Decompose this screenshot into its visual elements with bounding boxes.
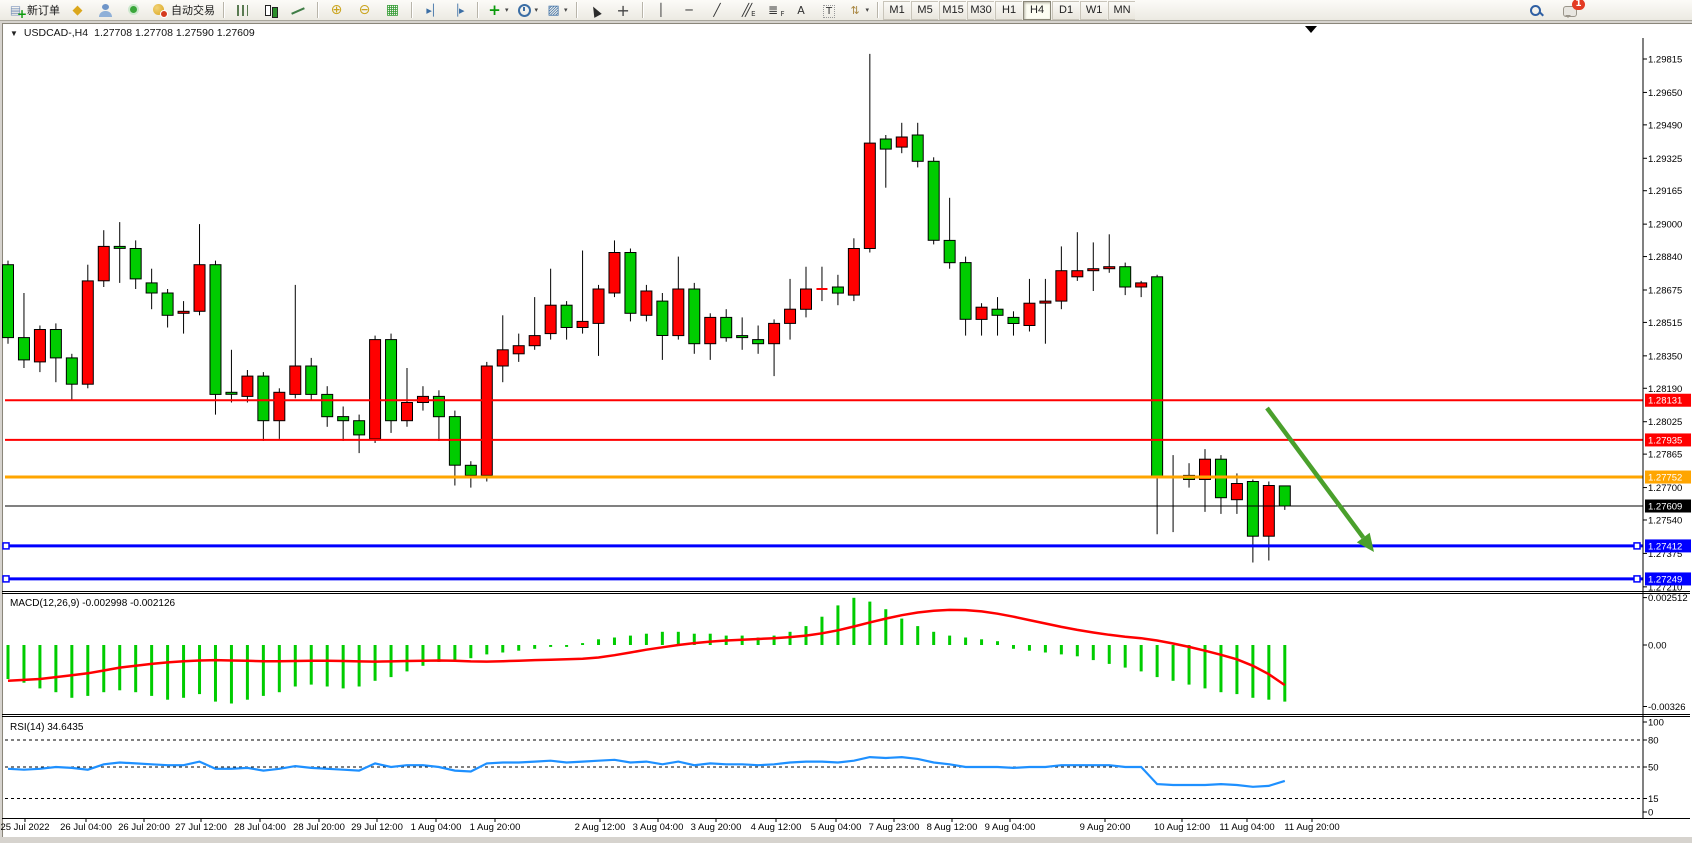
svg-text:5 Aug 04:00: 5 Aug 04:00 bbox=[811, 822, 862, 833]
svg-text:11 Aug 04:00: 11 Aug 04:00 bbox=[1219, 822, 1274, 833]
price-label-1.27752: 1.27752 bbox=[1645, 471, 1691, 484]
mt4-application: 新订单自动交易▾▾▾▾M1M5M15M30H1H4D1W1MN1 ▼ USDCA… bbox=[0, 0, 1692, 843]
svg-text:0.00: 0.00 bbox=[1648, 641, 1667, 652]
svg-text:80: 80 bbox=[1648, 736, 1659, 747]
svg-text:3 Aug 04:00: 3 Aug 04:00 bbox=[633, 822, 684, 833]
svg-text:100: 100 bbox=[1648, 718, 1664, 729]
candles-layer bbox=[3, 54, 1291, 563]
svg-text:1.28190: 1.28190 bbox=[1648, 384, 1682, 395]
price-label-1.27249: 1.27249 bbox=[1645, 572, 1691, 585]
svg-text:1.28025: 1.28025 bbox=[1648, 417, 1682, 428]
chart-frame bbox=[2, 38, 1690, 819]
svg-text:4 Aug 12:00: 4 Aug 12:00 bbox=[751, 822, 802, 833]
svg-text:9 Aug 20:00: 9 Aug 20:00 bbox=[1080, 822, 1131, 833]
svg-text:26 Jul 20:00: 26 Jul 20:00 bbox=[118, 822, 170, 833]
svg-text:7 Aug 23:00: 7 Aug 23:00 bbox=[869, 822, 920, 833]
svg-text:1.29325: 1.29325 bbox=[1648, 154, 1682, 165]
svg-text:1.29165: 1.29165 bbox=[1648, 186, 1682, 197]
scroll-marker-icon[interactable] bbox=[1305, 26, 1317, 33]
svg-text:1.27700: 1.27700 bbox=[1648, 483, 1682, 494]
svg-text:28 Jul 04:00: 28 Jul 04:00 bbox=[234, 822, 286, 833]
svg-text:15: 15 bbox=[1648, 794, 1659, 805]
svg-text:1 Aug 04:00: 1 Aug 04:00 bbox=[411, 822, 462, 833]
svg-text:1.27865: 1.27865 bbox=[1648, 450, 1682, 461]
price-label-1.27609: 1.27609 bbox=[1645, 500, 1691, 513]
svg-text:0: 0 bbox=[1648, 808, 1653, 819]
svg-text:2 Aug 12:00: 2 Aug 12:00 bbox=[575, 822, 626, 833]
svg-text:1.27609: 1.27609 bbox=[1648, 502, 1682, 513]
svg-text:29 Jul 12:00: 29 Jul 12:00 bbox=[351, 822, 403, 833]
svg-text:1.28840: 1.28840 bbox=[1648, 252, 1682, 263]
hline-object-1.27249[interactable] bbox=[3, 576, 1643, 582]
svg-text:1.29650: 1.29650 bbox=[1648, 88, 1682, 99]
svg-text:1.27540: 1.27540 bbox=[1648, 515, 1682, 526]
svg-text:1.27412: 1.27412 bbox=[1648, 541, 1682, 552]
price-label-1.28131: 1.28131 bbox=[1645, 394, 1691, 407]
chart-title-bar: ▼ USDCAD-,H4 1.27708 1.27708 1.27590 1.2… bbox=[10, 27, 255, 39]
svg-text:28 Jul 20:00: 28 Jul 20:00 bbox=[293, 822, 345, 833]
svg-text:1.28515: 1.28515 bbox=[1648, 318, 1682, 329]
rsi-pane: 100 80 50 15 0 RSI(14) 34.6435 bbox=[5, 718, 1664, 819]
svg-text:1.28675: 1.28675 bbox=[1648, 285, 1682, 296]
svg-text:RSI(14) 34.6435: RSI(14) 34.6435 bbox=[10, 722, 84, 733]
symbol-period-label: USDCAD-,H4 bbox=[24, 27, 88, 39]
price-axis[interactable]: 1.29815 1.29650 1.29490 1.29325 1.29165 1.290… bbox=[1643, 55, 1682, 594]
svg-text:1.28350: 1.28350 bbox=[1648, 351, 1682, 362]
svg-text:9 Aug 04:00: 9 Aug 04:00 bbox=[985, 822, 1036, 833]
svg-text:1.28131: 1.28131 bbox=[1648, 396, 1682, 407]
svg-text:1.29000: 1.29000 bbox=[1648, 220, 1682, 231]
price-label-1.27412: 1.27412 bbox=[1645, 539, 1691, 552]
svg-text:1.29815: 1.29815 bbox=[1648, 55, 1682, 66]
svg-text:MACD(12,26,9) -0.002998 -0.002: MACD(12,26,9) -0.002998 -0.002126 bbox=[10, 598, 176, 609]
svg-text:25 Jul 2022: 25 Jul 2022 bbox=[0, 822, 49, 833]
svg-text:1.27752: 1.27752 bbox=[1648, 473, 1682, 484]
svg-text:1 Aug 20:00: 1 Aug 20:00 bbox=[470, 822, 521, 833]
svg-text:1.29490: 1.29490 bbox=[1648, 120, 1682, 131]
chart-menu-icon[interactable]: ▼ bbox=[10, 29, 18, 38]
price-label-1.27935: 1.27935 bbox=[1645, 433, 1691, 446]
svg-text:8 Aug 12:00: 8 Aug 12:00 bbox=[927, 822, 978, 833]
svg-text:1.27935: 1.27935 bbox=[1648, 435, 1682, 446]
arrow-object[interactable] bbox=[1267, 408, 1374, 552]
svg-text:11 Aug 20:00: 11 Aug 20:00 bbox=[1284, 822, 1339, 833]
hline-object-1.27412[interactable] bbox=[3, 543, 1643, 549]
svg-text:3 Aug 20:00: 3 Aug 20:00 bbox=[691, 822, 742, 833]
macd-pane: 0.002512 0.00 -0.00326 MACD(12,26,9) -0.002… bbox=[8, 593, 1688, 713]
svg-text:0.002512: 0.002512 bbox=[1648, 593, 1688, 604]
svg-text:50: 50 bbox=[1648, 763, 1659, 774]
svg-text:1.27249: 1.27249 bbox=[1648, 574, 1682, 585]
time-axis[interactable]: 25 Jul 2022 26 Jul 04:00 26 Jul 20:00 27 Ju… bbox=[0, 818, 1339, 833]
svg-text:-0.00326: -0.00326 bbox=[1648, 702, 1686, 713]
svg-text:27 Jul 12:00: 27 Jul 12:00 bbox=[175, 822, 227, 833]
svg-text:10 Aug 12:00: 10 Aug 12:00 bbox=[1154, 822, 1210, 833]
ohlc-values: 1.27708 1.27708 1.27590 1.27609 bbox=[94, 27, 255, 39]
svg-text:26 Jul 04:00: 26 Jul 04:00 bbox=[60, 822, 112, 833]
chart-canvas[interactable]: 1.29815 1.29650 1.29490 1.29325 1.29165 1.290… bbox=[0, 0, 1692, 843]
